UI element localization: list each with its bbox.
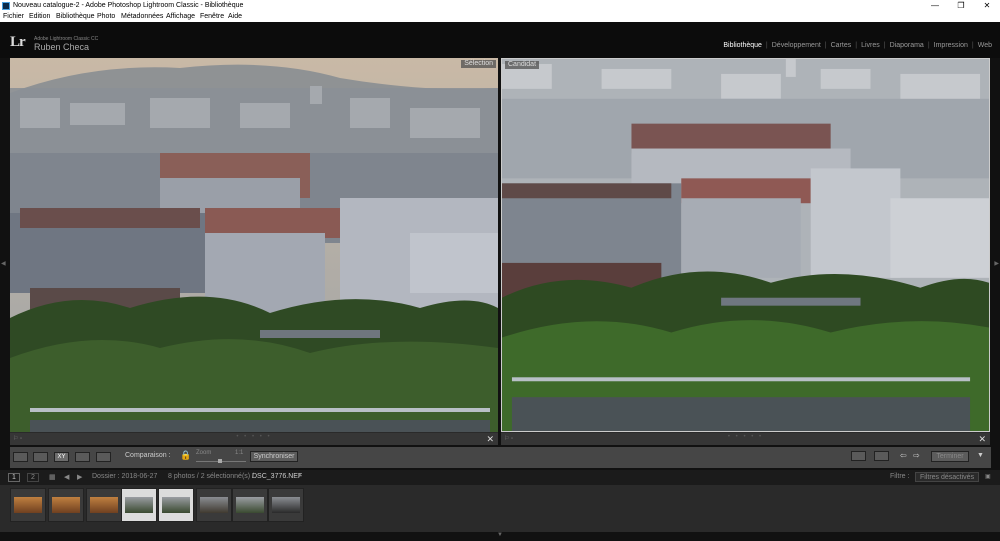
thumbnail[interactable] — [232, 488, 268, 522]
secondary-window-2-button[interactable]: 2 — [27, 473, 39, 482]
menu-metadonnees[interactable]: Métadonnées — [121, 12, 163, 22]
filmstrip — [0, 485, 1000, 532]
menu-fenetre[interactable]: Fenêtre — [200, 12, 224, 22]
select-photo — [10, 58, 498, 432]
library-toolbar: XY Comparaison : 🔒 Zoom 1:1 Synchroniser… — [10, 447, 991, 468]
people-view-icon[interactable] — [96, 452, 111, 462]
thumbnail[interactable] — [196, 488, 232, 522]
swap-icon[interactable] — [851, 451, 866, 461]
rating-dots[interactable]: • • • • • — [10, 434, 498, 440]
menu-affichage[interactable]: Affichage — [166, 12, 195, 22]
thumbnail-selected[interactable] — [121, 488, 157, 522]
thumbnail-image — [162, 497, 190, 513]
loupe-view-icon[interactable] — [33, 452, 48, 462]
module-web[interactable]: Web — [978, 42, 992, 49]
module-cartes[interactable]: Cartes — [831, 42, 852, 49]
grid-icon[interactable]: ▦ — [49, 473, 56, 481]
thumbnail[interactable] — [268, 488, 304, 522]
module-picker: Bibliothèque | Développement | Cartes | Livres… — [723, 42, 992, 49]
thumbnail-image — [14, 497, 42, 513]
menu-fichier[interactable]: Fichier — [3, 12, 24, 22]
thumbnail-image — [125, 497, 153, 513]
thumbnail-image — [272, 497, 300, 513]
rating-dots[interactable]: • • • • • — [501, 434, 990, 440]
thumbnail-image — [52, 497, 80, 513]
selection-count: 8 photos / 2 sélectionné(s) / — [168, 473, 254, 480]
current-filename[interactable]: DSC_3776.NEF — [252, 473, 302, 480]
lock-icon[interactable]: 🔒 — [180, 450, 191, 461]
thumbnail[interactable] — [10, 488, 46, 522]
close-candidate-icon[interactable]: ✕ — [978, 434, 986, 445]
secondary-window-1-button[interactable]: 1 — [8, 473, 20, 482]
lightroom-app-icon — [2, 2, 10, 10]
thumbnail-image — [90, 497, 118, 513]
menu-edition[interactable]: Edition — [29, 12, 50, 22]
module-impression[interactable]: Impression — [934, 42, 968, 49]
compare-view-icon[interactable]: XY — [54, 452, 69, 462]
candidate-pane-bar: ⚐ ▫ • • • • • ✕ — [501, 432, 990, 445]
minimize-button[interactable]: — — [922, 0, 948, 12]
right-panel-toggle-icon[interactable]: ▶ — [994, 260, 999, 267]
window-titlebar: Nouveau catalogue-2 - Adobe Photoshop Li… — [0, 0, 1000, 12]
sync-button[interactable]: Synchroniser — [250, 451, 298, 462]
menu-photo[interactable]: Photo — [97, 12, 115, 22]
candidate-photo — [502, 59, 989, 431]
left-panel-toggle-icon[interactable]: ◀ — [1, 260, 6, 267]
done-button[interactable]: Terminer — [931, 451, 969, 462]
filename-dropdown-icon[interactable]: ▼ — [297, 473, 302, 479]
make-select-icon[interactable] — [874, 451, 889, 461]
module-developpement[interactable]: Développement — [772, 42, 821, 49]
filmstrip-header: 1 2 ▦ ◀ ▶ Dossier : 2018-06-27 8 photos … — [0, 470, 1000, 485]
zoom-slider[interactable] — [196, 459, 246, 463]
filmstrip-toggle-icon[interactable]: ▼ — [0, 532, 1000, 541]
grid-view-icon[interactable] — [13, 452, 28, 462]
menu-bibliotheque[interactable]: Bibliothèque — [56, 12, 95, 22]
compare-label: Comparaison : — [125, 452, 171, 459]
thumbnail-selected[interactable] — [158, 488, 194, 522]
thumbnail[interactable] — [86, 488, 122, 522]
toolbar-menu-icon[interactable]: ▼ — [977, 452, 984, 459]
select-label: Sélection — [461, 60, 496, 68]
compare-select-pane[interactable]: Sélection — [10, 58, 498, 432]
identity-plate: Lr Adobe Lightroom Classic CC Ruben Chec… — [0, 22, 1000, 58]
back-arrow-icon[interactable]: ◀ — [64, 473, 69, 481]
filter-dropdown[interactable]: Filtres désactivés — [915, 472, 980, 482]
zoom-slider-thumb[interactable] — [218, 459, 222, 463]
filter-label: Filtre : — [890, 473, 910, 480]
close-select-icon[interactable]: ✕ — [486, 434, 494, 445]
module-diaporama[interactable]: Diaporama — [890, 42, 924, 49]
menu-aide[interactable]: Aide — [228, 12, 242, 22]
thumbnail-image — [236, 497, 264, 513]
window-title: Nouveau catalogue-2 - Adobe Photoshop Li… — [13, 2, 244, 9]
thumbnail[interactable] — [48, 488, 84, 522]
zoom-ratio-label: 1:1 — [235, 450, 244, 456]
thumbnail-image — [200, 497, 228, 513]
menu-bar: Fichier Edition Bibliothèque Photo Métad… — [0, 12, 1000, 22]
folder-info: Dossier : 2018-06-27 — [92, 473, 158, 480]
survey-view-icon[interactable] — [75, 452, 90, 462]
select-pane-bar: ⚐ ▫ • • • • • ✕ — [10, 432, 498, 445]
close-window-button[interactable]: ✕ — [974, 0, 1000, 12]
previous-arrow-icon[interactable]: ⇦ — [900, 451, 907, 460]
candidate-label: Candidat — [505, 61, 540, 69]
maximize-button[interactable]: ❐ — [948, 0, 974, 12]
user-name: Ruben Checa — [34, 42, 90, 52]
zoom-label: Zoom — [196, 450, 212, 456]
module-livres[interactable]: Livres — [861, 42, 880, 49]
lightroom-logo: Lr — [10, 34, 26, 50]
compare-candidate-pane[interactable]: Candidat — [501, 58, 990, 432]
module-bibliotheque[interactable]: Bibliothèque — [723, 42, 762, 49]
next-arrow-icon[interactable]: ⇨ — [913, 451, 920, 460]
forward-arrow-icon[interactable]: ▶ — [77, 473, 82, 481]
filter-lock-icon[interactable]: ▣ — [985, 473, 991, 480]
